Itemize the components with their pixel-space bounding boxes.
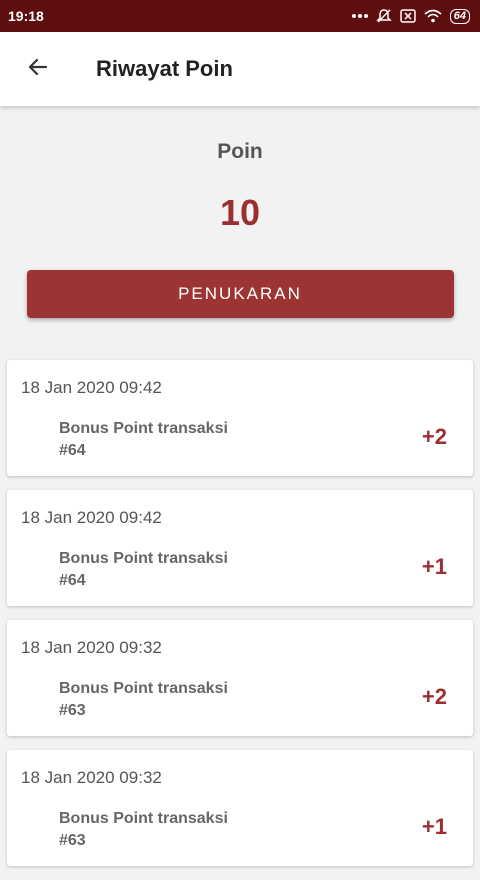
more-dots-icon bbox=[351, 13, 368, 19]
points-history-list: 18 Jan 2020 09:42 Bonus Point transaksi … bbox=[0, 360, 480, 866]
history-item[interactable]: 18 Jan 2020 09:32 Bonus Point transaksi … bbox=[7, 620, 473, 736]
app-bar: Riwayat Poin bbox=[0, 32, 480, 106]
history-transaction-id: #64 bbox=[59, 442, 86, 459]
history-description-line: Bonus Point transaksi bbox=[59, 550, 228, 567]
history-points: +2 bbox=[421, 424, 447, 449]
status-icons: 64 bbox=[351, 8, 470, 24]
history-points: +1 bbox=[421, 814, 447, 839]
history-date: 18 Jan 2020 09:32 bbox=[21, 768, 162, 787]
page-title: Riwayat Poin bbox=[96, 56, 233, 81]
history-transaction-id: #63 bbox=[59, 702, 86, 719]
battery-icon: 64 bbox=[449, 8, 470, 24]
history-date: 18 Jan 2020 09:42 bbox=[21, 378, 162, 397]
history-description-line: Bonus Point transaksi bbox=[59, 680, 228, 697]
history-description: Bonus Point transaksi #64 bbox=[59, 548, 279, 592]
wifi-icon bbox=[424, 9, 442, 23]
history-transaction-id: #64 bbox=[59, 572, 86, 589]
history-date: 18 Jan 2020 09:32 bbox=[21, 638, 162, 657]
history-item[interactable]: 18 Jan 2020 09:42 Bonus Point transaksi … bbox=[7, 490, 473, 606]
sim-icon bbox=[400, 9, 416, 23]
history-description: Bonus Point transaksi #64 bbox=[59, 418, 279, 462]
back-button[interactable] bbox=[18, 49, 58, 89]
history-date: 18 Jan 2020 09:42 bbox=[21, 508, 162, 527]
history-transaction-id: #63 bbox=[59, 832, 86, 849]
history-points: +1 bbox=[421, 554, 447, 579]
history-item[interactable]: 18 Jan 2020 09:42 Bonus Point transaksi … bbox=[7, 360, 473, 476]
status-time: 19:18 bbox=[8, 8, 44, 24]
arrow-back-icon bbox=[26, 55, 50, 84]
history-description: Bonus Point transaksi #63 bbox=[59, 678, 279, 722]
history-description: Bonus Point transaksi #63 bbox=[59, 808, 279, 852]
redeem-button[interactable]: PENUKARAN bbox=[26, 270, 454, 318]
history-description-line: Bonus Point transaksi bbox=[59, 810, 228, 827]
mute-icon bbox=[375, 8, 392, 24]
history-item[interactable]: 18 Jan 2020 09:32 Bonus Point transaksi … bbox=[7, 750, 473, 866]
main-content: Poin 10 PENUKARAN 18 Jan 2020 09:42 Bonu… bbox=[0, 106, 480, 880]
history-description-line: Bonus Point transaksi bbox=[59, 420, 228, 437]
points-label: Poin bbox=[217, 140, 263, 163]
points-total: 10 bbox=[219, 192, 261, 233]
status-bar: 19:18 64 bbox=[0, 0, 480, 32]
history-points: +2 bbox=[421, 684, 447, 709]
